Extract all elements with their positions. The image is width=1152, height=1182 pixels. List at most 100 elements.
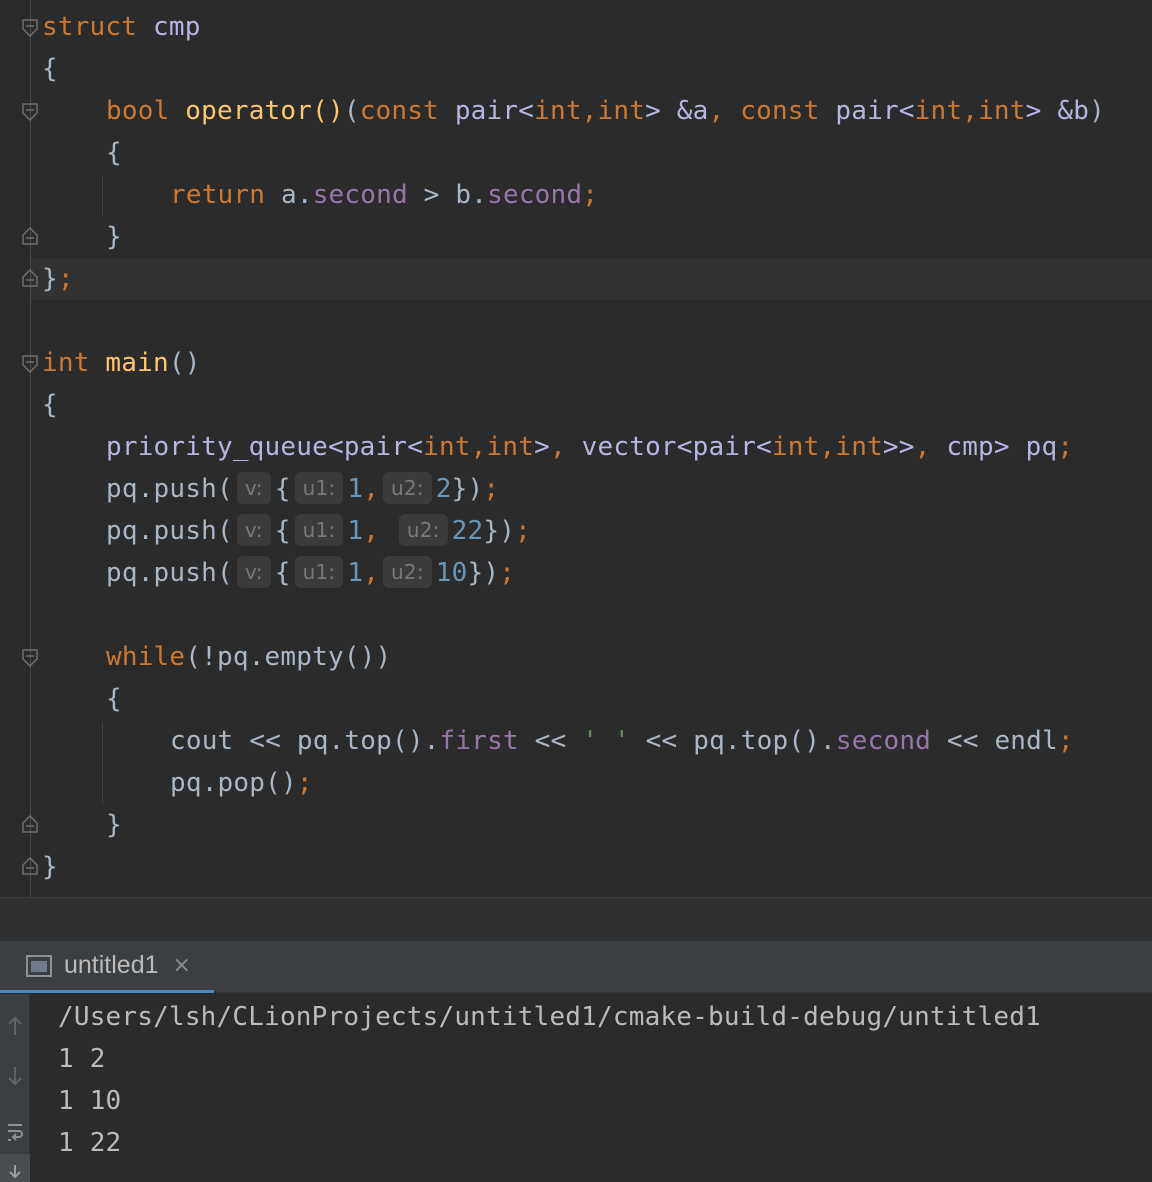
code-editor[interactable]: struct cmp { bool operator()(const pair<…: [0, 0, 1152, 897]
fold-close-icon[interactable]: [22, 857, 38, 875]
parens: (): [312, 96, 344, 126]
brace: }): [451, 474, 484, 504]
semicolon: ;: [582, 180, 599, 210]
arrow-up-icon[interactable]: [0, 1006, 30, 1046]
console-output[interactable]: /Users/lsh/CLionProjects/untitled1/cmake…: [0, 994, 1152, 1182]
tab-untitled1[interactable]: untitled1 ×: [0, 941, 214, 993]
keyword: while: [106, 642, 186, 672]
console-line-output: 1 22: [58, 1128, 122, 1158]
call: pq.push(: [106, 558, 233, 588]
fold-open-icon[interactable]: [22, 649, 38, 667]
comma: ,: [470, 432, 487, 462]
fold-open-icon[interactable]: [22, 355, 38, 373]
keyword: int: [771, 432, 820, 462]
tab-label: untitled1: [64, 951, 159, 979]
keyword: int: [423, 432, 471, 462]
paren: (: [343, 96, 360, 126]
call: pq.top().: [693, 726, 836, 756]
code-line-brace: }: [42, 216, 122, 258]
comma: ,: [708, 96, 725, 126]
comma: ,: [363, 474, 380, 504]
keyword: int: [486, 432, 535, 462]
angle: >: [993, 432, 1010, 462]
parameter-hint: u1:: [294, 472, 344, 504]
code-line-struct: struct cmp: [42, 6, 201, 48]
code-line-brace: {: [42, 132, 122, 174]
keyword: const: [359, 96, 439, 126]
type-name: cmp: [946, 432, 994, 462]
code-line-brace: {: [42, 48, 58, 90]
identifier: cout: [170, 726, 234, 756]
brace: {: [274, 558, 291, 588]
code-line-push: pq.push(v:{u1: 1, u2: 22});: [42, 510, 531, 552]
arrow-down-icon[interactable]: [0, 1056, 30, 1096]
brace: }: [106, 810, 122, 840]
parameter-hint: u2:: [383, 472, 432, 504]
number: 2: [435, 474, 452, 504]
keyword: int: [978, 96, 1026, 126]
parameter-hint: u2:: [398, 514, 448, 546]
angle: <: [676, 432, 693, 462]
parameter-hint: v:: [236, 514, 271, 546]
brace: {: [106, 684, 122, 714]
field: second: [312, 180, 408, 210]
char-literal: ' ': [582, 726, 630, 756]
number: 10: [435, 558, 468, 588]
fold-open-icon[interactable]: [22, 19, 38, 37]
parameter-hint: u1:: [294, 556, 344, 588]
number: 1: [347, 558, 364, 588]
comma: ,: [914, 432, 931, 462]
semicolon: ;: [296, 768, 313, 798]
call: pq.push(: [106, 516, 233, 546]
param: &b: [1041, 96, 1090, 126]
keyword: int: [914, 96, 963, 126]
soft-wrap-icon[interactable]: [0, 1112, 30, 1152]
keyword: int: [534, 96, 582, 126]
comma: ,: [819, 432, 836, 462]
fold-close-icon[interactable]: [22, 815, 38, 833]
brace: }): [467, 558, 500, 588]
type-name: pair: [692, 432, 757, 462]
operator: <<: [931, 726, 995, 756]
operator: <<: [629, 726, 694, 756]
type-name: pair: [343, 432, 408, 462]
identifier: a.: [280, 180, 313, 210]
angle: <: [327, 432, 344, 462]
semicolon: ;: [1057, 726, 1074, 756]
code-line-brace: }: [42, 804, 122, 846]
code-line-push: pq.push(v:{u1: 1, u2: 10});: [42, 552, 515, 594]
variable: pq: [1009, 432, 1058, 462]
param: &a: [660, 96, 709, 126]
identifier: endl: [994, 726, 1058, 756]
keyword: return: [170, 180, 266, 210]
brace: {: [274, 516, 291, 546]
scroll-to-end-icon[interactable]: [0, 1154, 30, 1182]
parameter-hint: v:: [236, 472, 271, 504]
function-name: main: [105, 348, 169, 378]
brace: }: [42, 852, 58, 882]
field: second: [835, 726, 932, 756]
function-name: operator: [185, 96, 313, 126]
fold-close-icon[interactable]: [22, 269, 38, 287]
operator: >: [407, 180, 456, 210]
semicolon: ;: [483, 474, 500, 504]
call: pq.pop(): [170, 768, 297, 798]
comma: ,: [581, 96, 598, 126]
call: pq.top().: [296, 726, 440, 756]
parameter-hint: u2:: [383, 556, 432, 588]
paren: ): [1089, 96, 1105, 126]
current-line-highlight: [31, 258, 1152, 300]
fold-open-icon[interactable]: [22, 103, 38, 121]
code-line-push: pq.push(v:{u1: 1, u2: 2});: [42, 468, 499, 510]
comma: ,: [363, 516, 380, 546]
brace: }: [106, 222, 122, 252]
brace: {: [42, 54, 58, 84]
close-icon[interactable]: ×: [173, 954, 191, 977]
semicolon: ;: [1057, 432, 1074, 462]
panel-divider[interactable]: [0, 897, 1152, 941]
keyword: const: [740, 96, 820, 126]
fold-close-icon[interactable]: [22, 227, 38, 245]
angle: <: [898, 96, 915, 126]
code-line-while: while(!pq.empty()): [42, 636, 391, 678]
semicolon: ;: [515, 516, 531, 546]
